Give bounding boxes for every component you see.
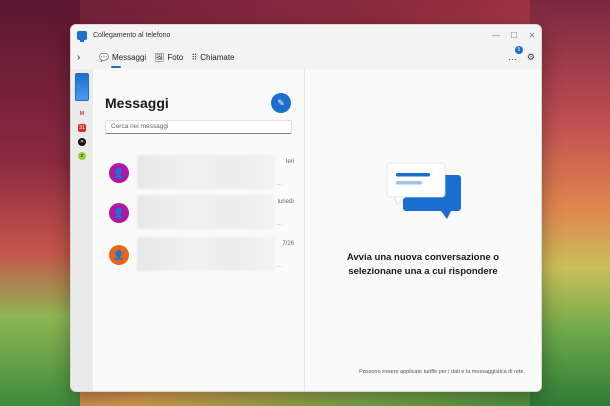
conversation-panel: Avvia una nuova conversazione o selezion…	[305, 69, 541, 391]
phone-link-window: Collegamento al telefono — ☐ ✕ › 💬 Messa…	[70, 24, 542, 392]
person-icon: 👤	[113, 168, 125, 178]
calendar-icon[interactable]: 31	[78, 124, 86, 132]
title-bar: Collegamento al telefono — ☐ ✕	[71, 25, 541, 45]
person-icon: 👤	[113, 208, 125, 218]
conversation-time: 7/26	[282, 241, 294, 247]
compose-icon: ✎	[277, 98, 285, 108]
search-input[interactable]: Cerca nei messaggi	[105, 120, 292, 134]
empty-state-message: Avvia una nuova conversazione o selezion…	[346, 252, 500, 277]
conversation-time: Ieri	[285, 159, 294, 165]
desktop-wallpaper-right	[530, 0, 610, 406]
settings-gear-icon[interactable]: ⚙	[527, 52, 535, 63]
messages-list-panel: Messaggi ✎ Cerca nei messaggi 👤 Ieri ...…	[93, 69, 305, 391]
conversation-item[interactable]: 👤 7/26 ...	[109, 237, 294, 273]
conversation-time: lunedì	[277, 199, 294, 205]
chat-icon: 💬	[99, 52, 109, 62]
tab-messaggi[interactable]: 💬 Messaggi	[99, 45, 146, 69]
gmail-icon[interactable]: M	[78, 110, 86, 118]
blurred-preview	[137, 237, 275, 271]
preview-dots: ...	[276, 181, 282, 187]
close-button[interactable]: ✕	[523, 31, 541, 40]
conversation-item[interactable]: 👤 lunedì ...	[109, 195, 294, 231]
blurred-preview	[137, 195, 275, 229]
photo-icon: 🖼	[154, 52, 165, 62]
content-area: M 31 ✕ z Messaggi ✎ Cerca nei messaggi 👤…	[71, 69, 541, 391]
duolingo-icon[interactable]: z	[78, 152, 86, 160]
minimize-button[interactable]: —	[487, 31, 505, 40]
phone-link-app-icon	[77, 30, 87, 42]
window-controls: — ☐ ✕	[487, 31, 541, 40]
phone-device-icon[interactable]	[75, 73, 89, 101]
expand-sidebar-icon[interactable]: ›	[77, 52, 91, 63]
dialpad-icon: ⠿	[191, 52, 198, 62]
window-title: Collegamento al telefono	[93, 31, 171, 39]
tab-label: Foto	[167, 52, 184, 62]
page-title: Messaggi	[105, 95, 169, 111]
more-icon: …	[507, 52, 517, 62]
preview-dots: ...	[276, 263, 282, 269]
avatar: 👤	[109, 245, 129, 265]
desktop-wallpaper-left	[0, 0, 80, 406]
preview-dots: ...	[276, 221, 282, 227]
x-app-icon[interactable]: ✕	[78, 138, 86, 146]
rates-footnote: Possono essere applicate tariffe per i d…	[359, 369, 525, 375]
tab-chiamate[interactable]: ⠿ Chiamate	[191, 45, 234, 69]
maximize-button[interactable]: ☐	[505, 31, 523, 40]
chat-bubbles-illustration	[386, 162, 461, 219]
avatar: 👤	[109, 163, 129, 183]
tab-label: Chiamate	[200, 52, 235, 62]
person-icon: 👤	[113, 250, 125, 260]
tab-label: Messaggi	[111, 52, 147, 62]
tab-foto[interactable]: 🖼 Foto	[154, 45, 183, 69]
notifications-button[interactable]: … 5	[507, 46, 523, 62]
compose-button[interactable]: ✎	[271, 93, 291, 113]
avatar: 👤	[109, 203, 129, 223]
device-sidebar: M 31 ✕ z	[71, 69, 93, 391]
header-actions: … 5 ⚙	[507, 46, 535, 63]
conversation-item[interactable]: 👤 Ieri ...	[109, 155, 294, 191]
notification-badge: 5	[514, 46, 523, 54]
blurred-preview	[137, 155, 275, 189]
tab-bar: › 💬 Messaggi 🖼 Foto ⠿ Chiamate … 5 ⚙	[71, 45, 541, 69]
